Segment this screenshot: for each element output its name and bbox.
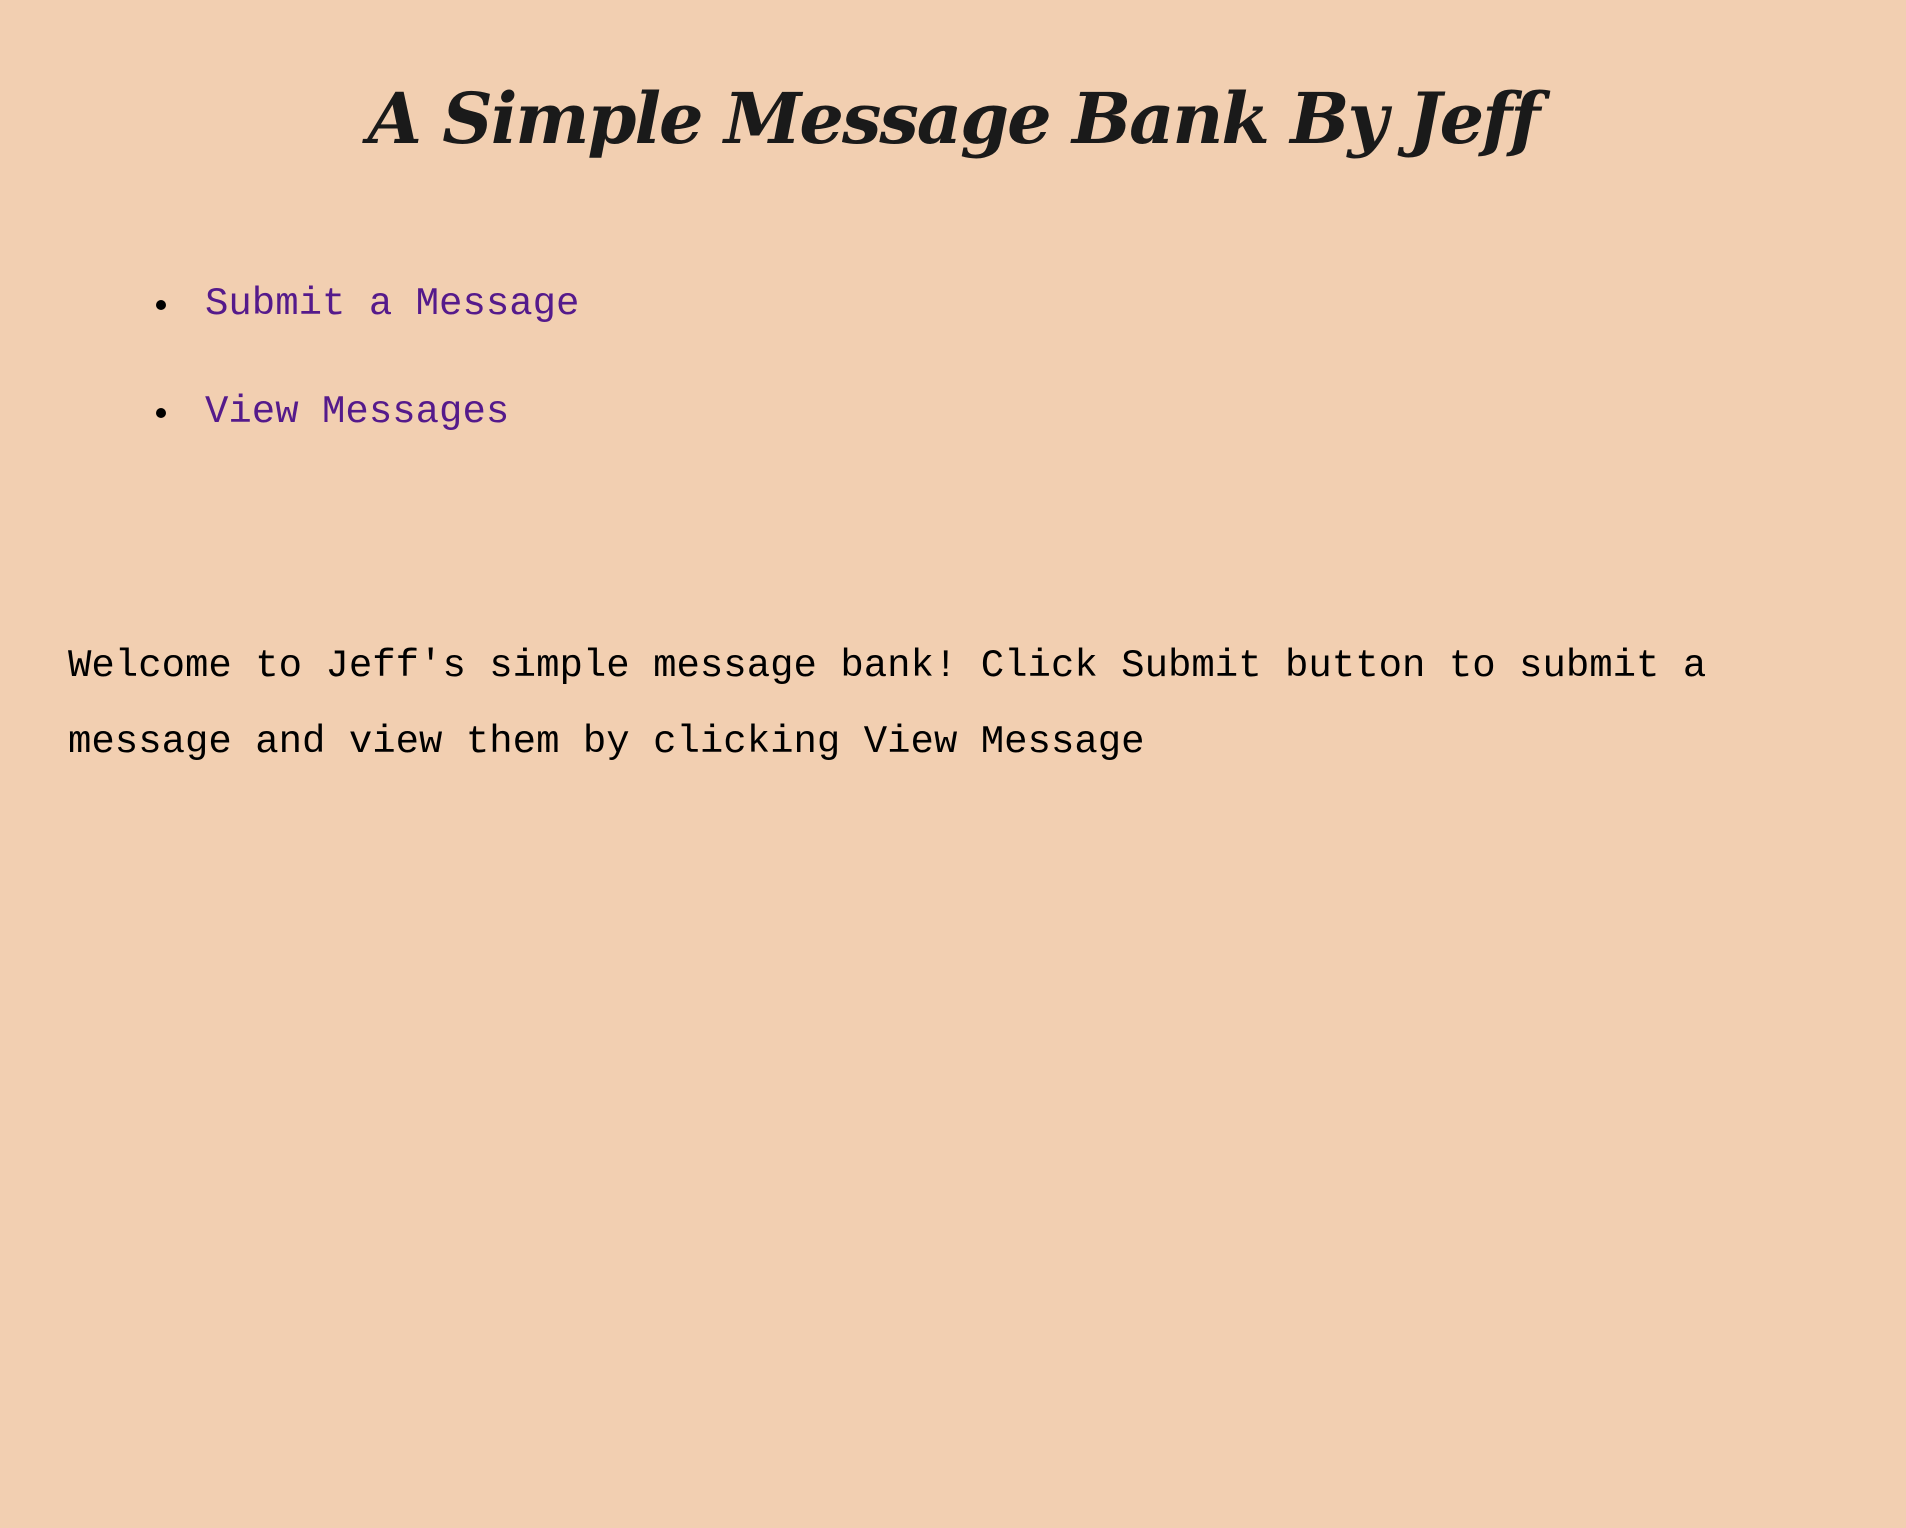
- bullet-icon: [156, 300, 166, 310]
- bullet-icon: [156, 408, 166, 418]
- welcome-text: Welcome to Jeff's simple message bank! C…: [68, 644, 1707, 764]
- page-title: A Simple Message Bank By Jeff: [367, 77, 1541, 160]
- nav-item-view: View Messages: [156, 388, 579, 496]
- nav-list: Submit a Message View Messages: [156, 280, 579, 496]
- submit-message-link[interactable]: Submit a Message: [205, 280, 579, 328]
- view-messages-link[interactable]: View Messages: [205, 388, 509, 436]
- nav-item-submit: Submit a Message: [156, 280, 579, 388]
